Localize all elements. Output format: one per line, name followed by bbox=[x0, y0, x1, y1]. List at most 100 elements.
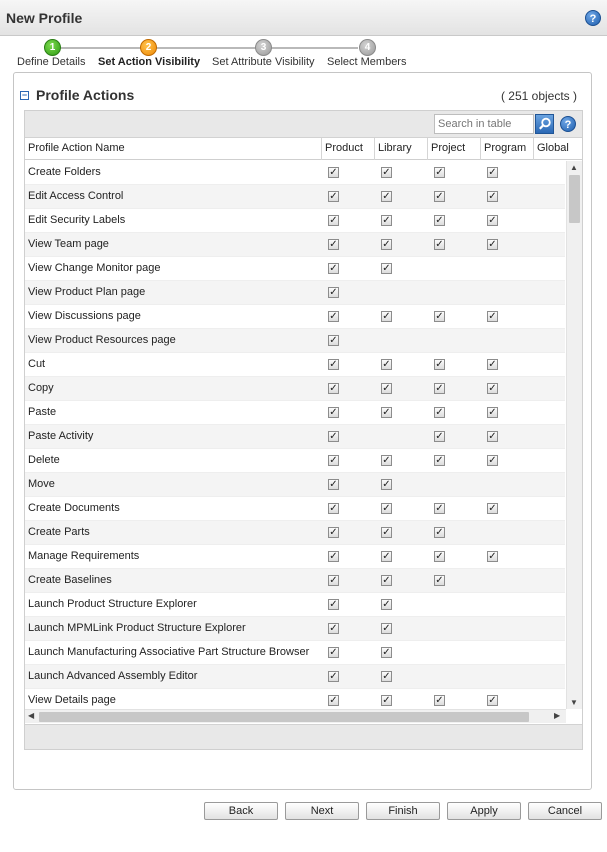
visibility-checkbox[interactable]: ✓ bbox=[381, 503, 392, 514]
table-row[interactable]: Cut ✓ ✓ ✓ ✓ bbox=[25, 353, 565, 377]
visibility-checkbox[interactable]: ✓ bbox=[328, 599, 339, 610]
visibility-checkbox[interactable]: ✓ bbox=[328, 359, 339, 370]
vertical-scrollbar[interactable]: ▲ ▼ bbox=[566, 161, 582, 709]
visibility-checkbox[interactable]: ✓ bbox=[434, 167, 445, 178]
visibility-checkbox[interactable]: ✓ bbox=[328, 239, 339, 250]
back-button[interactable]: Back bbox=[204, 802, 278, 820]
step-3-label[interactable]: Set Attribute Visibility bbox=[212, 56, 315, 68]
visibility-checkbox[interactable]: ✓ bbox=[434, 575, 445, 586]
visibility-checkbox[interactable]: ✓ bbox=[328, 647, 339, 658]
table-row[interactable]: Copy ✓ ✓ ✓ ✓ bbox=[25, 377, 565, 401]
table-row[interactable]: Create Baselines ✓ ✓ ✓ bbox=[25, 569, 565, 593]
visibility-checkbox[interactable]: ✓ bbox=[381, 215, 392, 226]
table-row[interactable]: View Team page ✓ ✓ ✓ ✓ bbox=[25, 233, 565, 257]
table-row[interactable]: Launch Advanced Assembly Editor ✓ ✓ bbox=[25, 665, 565, 689]
column-header-project[interactable]: Project bbox=[428, 138, 481, 160]
table-row[interactable]: Launch MPMLink Product Structure Explore… bbox=[25, 617, 565, 641]
visibility-checkbox[interactable]: ✓ bbox=[381, 311, 392, 322]
column-header-product[interactable]: Product bbox=[322, 138, 375, 160]
visibility-checkbox[interactable]: ✓ bbox=[434, 359, 445, 370]
scroll-thumb[interactable] bbox=[569, 175, 580, 223]
visibility-checkbox[interactable]: ✓ bbox=[434, 503, 445, 514]
visibility-checkbox[interactable]: ✓ bbox=[434, 191, 445, 202]
visibility-checkbox[interactable]: ✓ bbox=[487, 431, 498, 442]
visibility-checkbox[interactable]: ✓ bbox=[487, 191, 498, 202]
step-1-icon[interactable]: 1 bbox=[44, 39, 61, 56]
visibility-checkbox[interactable]: ✓ bbox=[434, 431, 445, 442]
visibility-checkbox[interactable]: ✓ bbox=[328, 167, 339, 178]
visibility-checkbox[interactable]: ✓ bbox=[487, 311, 498, 322]
table-row[interactable]: Delete ✓ ✓ ✓ ✓ bbox=[25, 449, 565, 473]
step-1-label[interactable]: Define Details bbox=[17, 56, 85, 68]
visibility-checkbox[interactable]: ✓ bbox=[381, 695, 392, 706]
table-row[interactable]: View Product Resources page ✓ bbox=[25, 329, 565, 353]
visibility-checkbox[interactable]: ✓ bbox=[328, 527, 339, 538]
visibility-checkbox[interactable]: ✓ bbox=[328, 575, 339, 586]
visibility-checkbox[interactable]: ✓ bbox=[381, 599, 392, 610]
visibility-checkbox[interactable]: ✓ bbox=[328, 335, 339, 346]
visibility-checkbox[interactable]: ✓ bbox=[434, 407, 445, 418]
visibility-checkbox[interactable]: ✓ bbox=[434, 527, 445, 538]
step-4-label[interactable]: Select Members bbox=[327, 56, 406, 68]
visibility-checkbox[interactable]: ✓ bbox=[381, 407, 392, 418]
collapse-icon[interactable]: − bbox=[20, 91, 29, 100]
column-header-program[interactable]: Program bbox=[481, 138, 534, 160]
visibility-checkbox[interactable]: ✓ bbox=[328, 383, 339, 394]
visibility-checkbox[interactable]: ✓ bbox=[381, 455, 392, 466]
step-2-label[interactable]: Set Action Visibility bbox=[98, 56, 200, 68]
visibility-checkbox[interactable]: ✓ bbox=[487, 383, 498, 394]
visibility-checkbox[interactable]: ✓ bbox=[328, 695, 339, 706]
apply-button[interactable]: Apply bbox=[447, 802, 521, 820]
visibility-checkbox[interactable]: ✓ bbox=[381, 647, 392, 658]
visibility-checkbox[interactable]: ✓ bbox=[381, 551, 392, 562]
table-help-icon[interactable]: ? bbox=[560, 116, 576, 132]
visibility-checkbox[interactable]: ✓ bbox=[487, 407, 498, 418]
visibility-checkbox[interactable]: ✓ bbox=[328, 287, 339, 298]
search-icon[interactable] bbox=[535, 114, 554, 134]
table-row[interactable]: Launch Manufacturing Associative Part St… bbox=[25, 641, 565, 665]
table-row[interactable]: Paste ✓ ✓ ✓ ✓ bbox=[25, 401, 565, 425]
visibility-checkbox[interactable]: ✓ bbox=[487, 239, 498, 250]
table-row[interactable]: Paste Activity ✓ ✓ ✓ bbox=[25, 425, 565, 449]
table-row[interactable]: Create Documents ✓ ✓ ✓ ✓ bbox=[25, 497, 565, 521]
hscroll-thumb[interactable] bbox=[39, 712, 529, 722]
column-header-global[interactable]: Global bbox=[534, 138, 582, 160]
visibility-checkbox[interactable]: ✓ bbox=[434, 383, 445, 394]
visibility-checkbox[interactable]: ✓ bbox=[328, 263, 339, 274]
visibility-checkbox[interactable]: ✓ bbox=[328, 431, 339, 442]
table-row[interactable]: View Details page ✓ ✓ ✓ ✓ bbox=[25, 689, 565, 709]
table-row[interactable]: View Change Monitor page ✓ ✓ bbox=[25, 257, 565, 281]
visibility-checkbox[interactable]: ✓ bbox=[434, 311, 445, 322]
table-row[interactable]: View Discussions page ✓ ✓ ✓ ✓ bbox=[25, 305, 565, 329]
table-row[interactable]: Move ✓ ✓ bbox=[25, 473, 565, 497]
visibility-checkbox[interactable]: ✓ bbox=[381, 479, 392, 490]
column-header-library[interactable]: Library bbox=[375, 138, 428, 160]
step-2-icon[interactable]: 2 bbox=[140, 39, 157, 56]
help-icon[interactable]: ? bbox=[585, 10, 601, 26]
scroll-right-icon[interactable]: ▶ bbox=[554, 711, 560, 720]
next-button[interactable]: Next bbox=[285, 802, 359, 820]
visibility-checkbox[interactable]: ✓ bbox=[434, 551, 445, 562]
table-row[interactable]: Manage Requirements ✓ ✓ ✓ ✓ bbox=[25, 545, 565, 569]
visibility-checkbox[interactable]: ✓ bbox=[487, 503, 498, 514]
visibility-checkbox[interactable]: ✓ bbox=[381, 359, 392, 370]
cancel-button[interactable]: Cancel bbox=[528, 802, 602, 820]
visibility-checkbox[interactable]: ✓ bbox=[328, 479, 339, 490]
visibility-checkbox[interactable]: ✓ bbox=[328, 503, 339, 514]
visibility-checkbox[interactable]: ✓ bbox=[487, 455, 498, 466]
visibility-checkbox[interactable]: ✓ bbox=[328, 215, 339, 226]
table-row[interactable]: Create Parts ✓ ✓ ✓ bbox=[25, 521, 565, 545]
column-header-name[interactable]: Profile Action Name bbox=[25, 138, 322, 160]
visibility-checkbox[interactable]: ✓ bbox=[487, 359, 498, 370]
visibility-checkbox[interactable]: ✓ bbox=[434, 695, 445, 706]
table-row[interactable]: Create Folders ✓ ✓ ✓ ✓ bbox=[25, 161, 565, 185]
visibility-checkbox[interactable]: ✓ bbox=[381, 383, 392, 394]
scroll-up-icon[interactable]: ▲ bbox=[570, 163, 578, 172]
visibility-checkbox[interactable]: ✓ bbox=[328, 455, 339, 466]
visibility-checkbox[interactable]: ✓ bbox=[434, 455, 445, 466]
step-4-icon[interactable]: 4 bbox=[359, 39, 376, 56]
visibility-checkbox[interactable]: ✓ bbox=[381, 575, 392, 586]
search-input[interactable] bbox=[434, 114, 534, 134]
step-3-icon[interactable]: 3 bbox=[255, 39, 272, 56]
table-row[interactable]: View Product Plan page ✓ bbox=[25, 281, 565, 305]
